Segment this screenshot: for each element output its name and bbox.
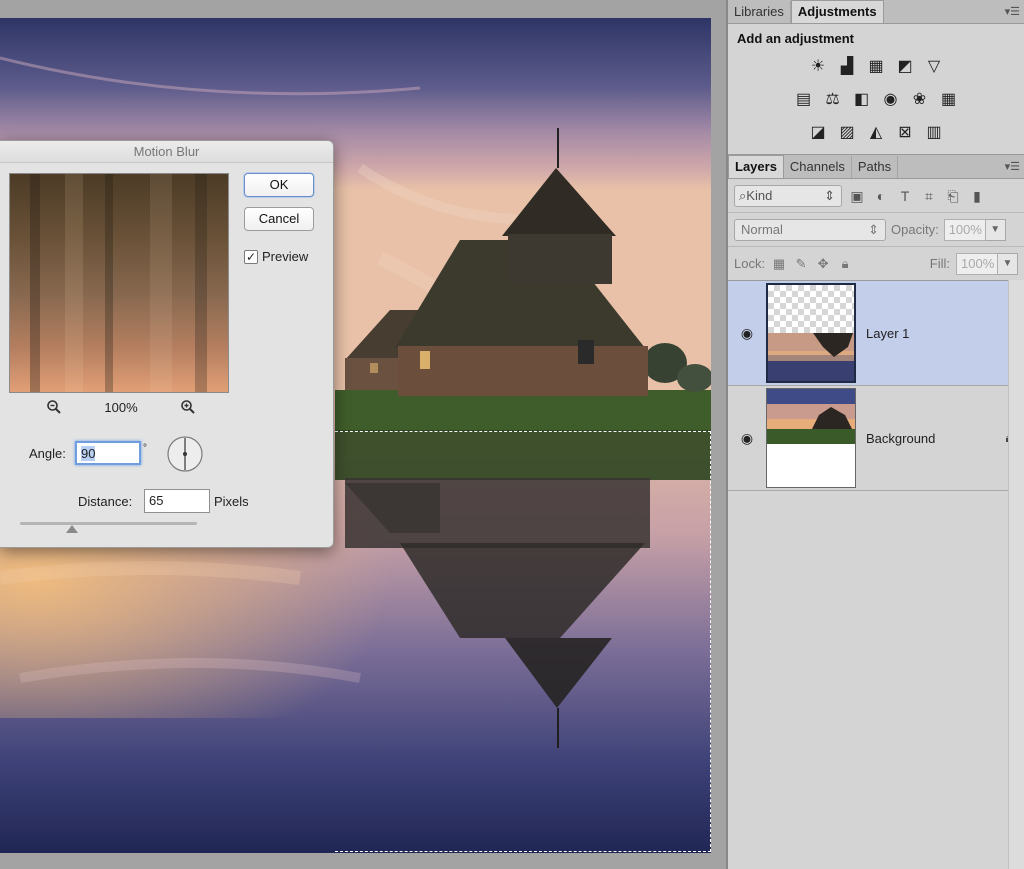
panel-menu-icon[interactable]: ▾☰ (1005, 5, 1020, 18)
dropdown-arrow-icon: ⇕ (868, 221, 879, 237)
gradient-map-icon[interactable]: ▥ (924, 123, 944, 143)
angle-value: 90 (81, 446, 96, 461)
dropdown-arrow-icon: ⇕ (824, 187, 835, 203)
distance-input[interactable]: 65 (144, 489, 210, 513)
layer-1-thumbnail (766, 283, 856, 383)
layer-row-background[interactable]: ◉ Background 🔒︎ (728, 386, 1024, 491)
opacity-label: Opacity: (891, 222, 939, 237)
visibility-eye-icon[interactable]: ◉ (728, 325, 766, 342)
tab-paths[interactable]: Paths (852, 156, 899, 178)
lock-row: Lock: ▦ ✎ ✥ 🔒︎ Fill: 100% ▼ (728, 247, 1024, 281)
panels-dock: Libraries Adjustments ▾☰ Add an adjustme… (726, 0, 1024, 869)
layer-row-layer-1[interactable]: ◉ Layer 1 (728, 281, 1024, 386)
blend-mode-dropdown[interactable]: Normal ⇕ (734, 218, 886, 241)
lock-image-icon[interactable]: ✎ (793, 256, 809, 272)
opacity-arrow-icon[interactable]: ▼ (985, 218, 1006, 241)
filter-toggle-icon[interactable]: ▮ (968, 187, 986, 205)
distance-slider-thumb[interactable] (66, 525, 78, 533)
adjustment-icons-row-3: ◪ ▨ ◭ ⊠ ▥ (728, 116, 1024, 149)
zoom-in-icon[interactable] (180, 399, 196, 415)
layers-tabbar: Layers Channels Paths ▾☰ (728, 155, 1024, 179)
layers-menu-icon[interactable]: ▾☰ (1005, 160, 1020, 173)
color-balance-icon[interactable]: ⚖ (823, 90, 843, 110)
invert-icon[interactable]: ◪ (808, 123, 828, 143)
angle-label: Angle: (29, 446, 66, 461)
blend-row: Normal ⇕ Opacity: 100% ▼ (728, 213, 1024, 247)
shape-filter-icon[interactable]: ⌗ (920, 187, 938, 205)
fill-label: Fill: (929, 256, 950, 271)
filter-preview[interactable] (9, 173, 229, 393)
lock-transparent-icon[interactable]: ▦ (771, 256, 787, 272)
adjustments-title: Add an adjustment (737, 31, 855, 46)
zoom-controls: 100% (46, 399, 196, 415)
distance-label: Distance: (78, 494, 133, 509)
adjustments-tabbar: Libraries Adjustments ▾☰ (728, 0, 1024, 24)
layers-scrollbar[interactable] (1008, 280, 1024, 869)
levels-icon[interactable]: ▟ (837, 57, 857, 77)
color-lookup-icon[interactable]: ▦ (939, 90, 959, 110)
channel-mixer-icon[interactable]: ❀ (910, 90, 930, 110)
angle-dial-icon[interactable] (166, 435, 204, 473)
layer-name[interactable]: Background (866, 431, 994, 446)
curves-icon[interactable]: ▦ (866, 57, 886, 77)
blend-mode-value: Normal (741, 221, 783, 237)
degree-symbol: ° (143, 443, 147, 454)
fill-arrow-icon[interactable]: ▼ (998, 252, 1018, 275)
adjustment-filter-icon[interactable]: ◐ (872, 187, 890, 205)
kind-label: Kind (746, 187, 773, 203)
cancel-button[interactable]: Cancel (244, 207, 314, 231)
tab-channels[interactable]: Channels (784, 156, 852, 178)
photo-filter-icon[interactable]: ◉ (881, 90, 901, 110)
brightness-contrast-icon[interactable]: ☀ (808, 57, 828, 77)
background-thumbnail (766, 388, 856, 488)
zoom-level: 100% (104, 399, 138, 415)
ok-button[interactable]: OK (244, 173, 314, 197)
distance-unit: Pixels (214, 494, 249, 509)
tab-adjustments[interactable]: Adjustments (790, 0, 884, 23)
kind-filter-dropdown[interactable]: ⌕Kind ⇕ (734, 184, 842, 207)
opacity-input[interactable]: 100% (943, 218, 986, 241)
fill-input[interactable]: 100% (956, 252, 998, 275)
posterize-icon[interactable]: ▨ (837, 123, 857, 143)
type-filter-icon[interactable]: T (896, 187, 914, 205)
preview-label: Preview (262, 249, 309, 264)
distance-slider[interactable] (20, 522, 197, 525)
checkmark-icon[interactable]: ✓ (244, 249, 258, 264)
lock-label: Lock: (734, 256, 766, 271)
layer-filter-bar: ⌕Kind ⇕ ▣ ◐ T ⌗ ⎗ ▮ (728, 179, 1024, 213)
pixel-filter-icon[interactable]: ▣ (848, 187, 866, 205)
angle-input[interactable]: 90 (75, 441, 141, 465)
threshold-icon[interactable]: ◭ (866, 123, 886, 143)
lock-position-icon[interactable]: ✥ (815, 256, 831, 272)
motion-blur-dialog: Motion Blur OK Cancel ✓ Preview 100% Ang… (0, 140, 334, 548)
tab-libraries[interactable]: Libraries (728, 1, 791, 23)
exposure-icon[interactable]: ◩ (895, 57, 915, 77)
dialog-title[interactable]: Motion Blur (0, 141, 333, 163)
selective-color-icon[interactable]: ⊠ (895, 123, 915, 143)
adjustment-icons-row-1: ☀ ▟ ▦ ◩ ▽ (728, 50, 1024, 83)
lock-all-icon[interactable]: 🔒︎ (837, 256, 853, 272)
layer-name[interactable]: Layer 1 (866, 326, 1024, 341)
zoom-out-icon[interactable] (46, 399, 62, 415)
preview-checkbox[interactable]: ✓ Preview (244, 249, 308, 264)
adjustment-icons-row-2: ▤ ⚖ ◧ ◉ ❀ ▦ (728, 83, 1024, 116)
hue-saturation-icon[interactable]: ▤ (794, 90, 814, 110)
visibility-eye-icon[interactable]: ◉ (728, 430, 766, 447)
vibrance-icon[interactable]: ▽ (924, 57, 944, 77)
smart-object-filter-icon[interactable]: ⎗ (944, 187, 962, 205)
black-white-icon[interactable]: ◧ (852, 90, 872, 110)
tab-layers[interactable]: Layers (728, 155, 784, 178)
